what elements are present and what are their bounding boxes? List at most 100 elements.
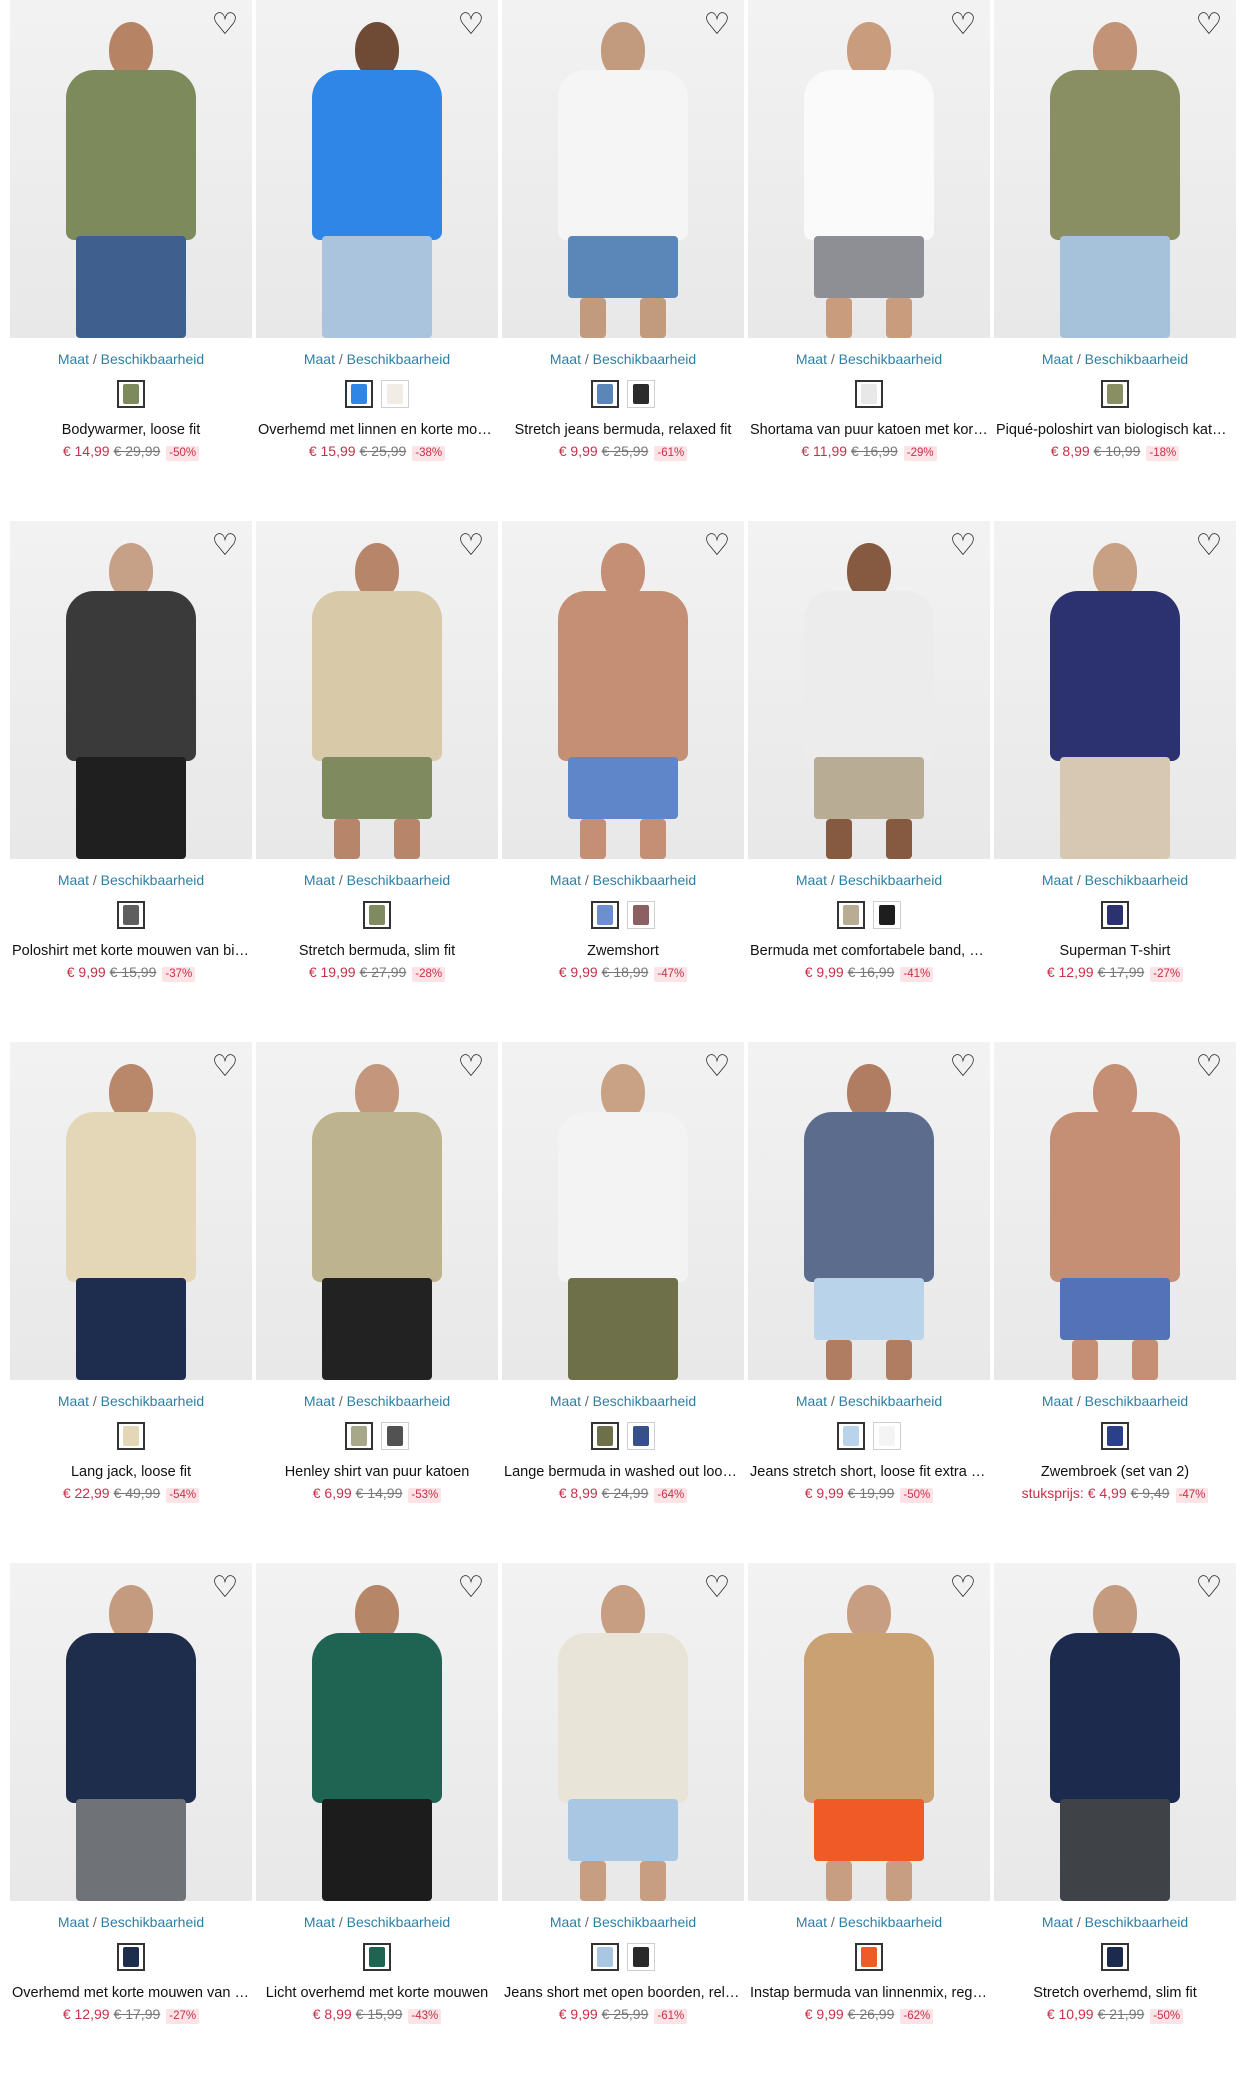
- product-title[interactable]: Licht overhemd met korte mouwen: [256, 1984, 498, 2003]
- color-swatch[interactable]: [381, 380, 409, 408]
- product-title[interactable]: Lang jack, loose fit: [10, 1463, 252, 1482]
- product-title[interactable]: Stretch jeans bermuda, relaxed fit: [502, 421, 744, 440]
- color-swatch[interactable]: [117, 380, 145, 408]
- product-card[interactable]: ♡ Maat / Beschikbaarheid Zwembroek (set …: [994, 1042, 1236, 1563]
- product-card[interactable]: ♡ Maat / Beschikbaarheid Piqué-poloshirt…: [994, 0, 1236, 521]
- color-swatch[interactable]: [855, 380, 883, 408]
- product-image[interactable]: ♡: [748, 1563, 990, 1901]
- product-card[interactable]: ♡ Maat / Beschikbaarheid Jeans stretch s…: [748, 1042, 990, 1563]
- size-availability-link[interactable]: Maat / Beschikbaarheid: [502, 1392, 744, 1410]
- product-image[interactable]: ♡: [748, 1042, 990, 1380]
- product-title[interactable]: Instap bermuda van linnenmix, regular fi…: [748, 1984, 990, 2003]
- product-image[interactable]: ♡: [10, 1042, 252, 1380]
- color-swatch[interactable]: [837, 901, 865, 929]
- product-card[interactable]: ♡ Maat / Beschikbaarheid Poloshirt met k…: [10, 521, 252, 1042]
- product-title[interactable]: Jeans short met open boorden, relaxed fi…: [502, 1984, 744, 2003]
- size-availability-link[interactable]: Maat / Beschikbaarheid: [748, 350, 990, 368]
- heart-outline-icon[interactable]: ♡: [1192, 529, 1226, 563]
- color-swatch[interactable]: [1101, 901, 1129, 929]
- color-swatch[interactable]: [1101, 380, 1129, 408]
- product-image[interactable]: ♡: [502, 521, 744, 859]
- color-swatch[interactable]: [855, 1943, 883, 1971]
- size-availability-link[interactable]: Maat / Beschikbaarheid: [748, 1392, 990, 1410]
- size-availability-link[interactable]: Maat / Beschikbaarheid: [256, 1913, 498, 1931]
- color-swatch[interactable]: [381, 1422, 409, 1450]
- size-availability-link[interactable]: Maat / Beschikbaarheid: [994, 1913, 1236, 1931]
- product-card[interactable]: ♡ Maat / Beschikbaarheid Lange bermuda i…: [502, 1042, 744, 1563]
- product-image[interactable]: ♡: [502, 1563, 744, 1901]
- color-swatch[interactable]: [591, 380, 619, 408]
- heart-outline-icon[interactable]: ♡: [946, 8, 980, 42]
- product-card[interactable]: ♡ Maat / Beschikbaarheid Bermuda met com…: [748, 521, 990, 1042]
- product-image[interactable]: ♡: [994, 1042, 1236, 1380]
- color-swatch[interactable]: [117, 1943, 145, 1971]
- heart-outline-icon[interactable]: ♡: [208, 1050, 242, 1084]
- size-availability-link[interactable]: Maat / Beschikbaarheid: [502, 1913, 744, 1931]
- heart-outline-icon[interactable]: ♡: [1192, 1571, 1226, 1605]
- product-image[interactable]: ♡: [256, 0, 498, 338]
- product-image[interactable]: ♡: [994, 0, 1236, 338]
- heart-outline-icon[interactable]: ♡: [1192, 8, 1226, 42]
- product-image[interactable]: ♡: [994, 1563, 1236, 1901]
- size-availability-link[interactable]: Maat / Beschikbaarheid: [994, 1392, 1236, 1410]
- size-availability-link[interactable]: Maat / Beschikbaarheid: [502, 350, 744, 368]
- product-card[interactable]: ♡ Maat / Beschikbaarheid Stretch overhem…: [994, 1563, 1236, 2084]
- product-title[interactable]: Overhemd met linnen en korte mouwen: [256, 421, 498, 440]
- color-swatch[interactable]: [627, 1422, 655, 1450]
- size-availability-link[interactable]: Maat / Beschikbaarheid: [502, 871, 744, 889]
- product-image[interactable]: ♡: [748, 0, 990, 338]
- color-swatch[interactable]: [1101, 1943, 1129, 1971]
- product-card[interactable]: ♡ Maat / Beschikbaarheid Overhemd met li…: [256, 0, 498, 521]
- size-availability-link[interactable]: Maat / Beschikbaarheid: [10, 1392, 252, 1410]
- heart-outline-icon[interactable]: ♡: [454, 529, 488, 563]
- product-image[interactable]: ♡: [994, 521, 1236, 859]
- product-title[interactable]: Bermuda met comfortabele band, regular f…: [748, 942, 990, 961]
- heart-outline-icon[interactable]: ♡: [946, 1050, 980, 1084]
- product-image[interactable]: ♡: [256, 1563, 498, 1901]
- product-card[interactable]: ♡ Maat / Beschikbaarheid Zwemshort € 9,9…: [502, 521, 744, 1042]
- product-card[interactable]: ♡ Maat / Beschikbaarheid Superman T-shir…: [994, 521, 1236, 1042]
- color-swatch[interactable]: [591, 901, 619, 929]
- product-image[interactable]: ♡: [502, 0, 744, 338]
- color-swatch[interactable]: [873, 901, 901, 929]
- color-swatch[interactable]: [591, 1943, 619, 1971]
- size-availability-link[interactable]: Maat / Beschikbaarheid: [994, 350, 1236, 368]
- color-swatch[interactable]: [345, 380, 373, 408]
- product-title[interactable]: Stretch overhemd, slim fit: [994, 1984, 1236, 2003]
- product-image[interactable]: ♡: [10, 0, 252, 338]
- product-image[interactable]: ♡: [10, 521, 252, 859]
- heart-outline-icon[interactable]: ♡: [454, 8, 488, 42]
- product-title[interactable]: Bodywarmer, loose fit: [10, 421, 252, 440]
- product-image[interactable]: ♡: [748, 521, 990, 859]
- heart-outline-icon[interactable]: ♡: [700, 8, 734, 42]
- color-swatch[interactable]: [117, 1422, 145, 1450]
- color-swatch[interactable]: [363, 1943, 391, 1971]
- size-availability-link[interactable]: Maat / Beschikbaarheid: [748, 1913, 990, 1931]
- color-swatch[interactable]: [627, 901, 655, 929]
- size-availability-link[interactable]: Maat / Beschikbaarheid: [256, 1392, 498, 1410]
- size-availability-link[interactable]: Maat / Beschikbaarheid: [10, 871, 252, 889]
- product-title[interactable]: Overhemd met korte mouwen van puur katoe…: [10, 1984, 252, 2003]
- heart-outline-icon[interactable]: ♡: [208, 8, 242, 42]
- color-swatch[interactable]: [627, 380, 655, 408]
- product-image[interactable]: ♡: [256, 1042, 498, 1380]
- size-availability-link[interactable]: Maat / Beschikbaarheid: [994, 871, 1236, 889]
- heart-outline-icon[interactable]: ♡: [700, 1571, 734, 1605]
- product-title[interactable]: Lange bermuda in washed out look, regula…: [502, 1463, 744, 1482]
- color-swatch[interactable]: [591, 1422, 619, 1450]
- color-swatch[interactable]: [627, 1943, 655, 1971]
- product-card[interactable]: ♡ Maat / Beschikbaarheid Overhemd met ko…: [10, 1563, 252, 2084]
- product-image[interactable]: ♡: [10, 1563, 252, 1901]
- heart-outline-icon[interactable]: ♡: [454, 1571, 488, 1605]
- color-swatch[interactable]: [837, 1422, 865, 1450]
- heart-outline-icon[interactable]: ♡: [454, 1050, 488, 1084]
- heart-outline-icon[interactable]: ♡: [700, 529, 734, 563]
- product-card[interactable]: ♡ Maat / Beschikbaarheid Lang jack, loos…: [10, 1042, 252, 1563]
- product-card[interactable]: ♡ Maat / Beschikbaarheid Licht overhemd …: [256, 1563, 498, 2084]
- color-swatch[interactable]: [345, 1422, 373, 1450]
- size-availability-link[interactable]: Maat / Beschikbaarheid: [256, 350, 498, 368]
- product-card[interactable]: ♡ Maat / Beschikbaarheid Shortama van pu…: [748, 0, 990, 521]
- heart-outline-icon[interactable]: ♡: [1192, 1050, 1226, 1084]
- product-card[interactable]: ♡ Maat / Beschikbaarheid Bodywarmer, loo…: [10, 0, 252, 521]
- product-card[interactable]: ♡ Maat / Beschikbaarheid Instap bermuda …: [748, 1563, 990, 2084]
